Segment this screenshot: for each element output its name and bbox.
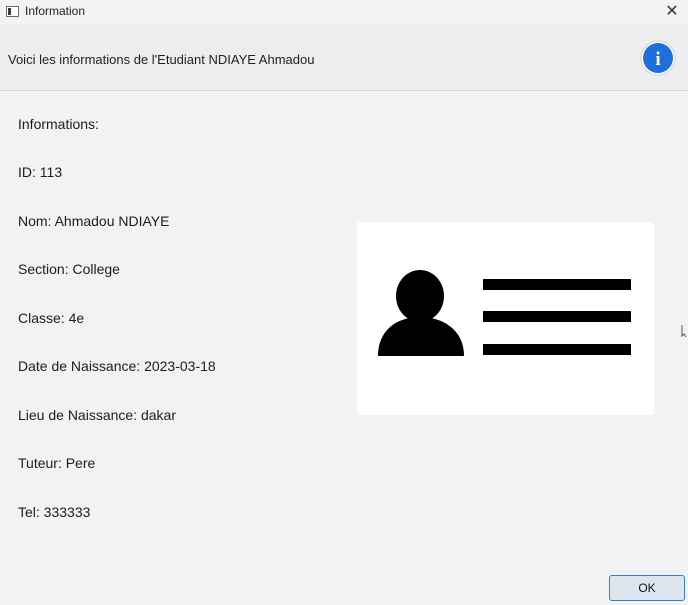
dialog-header: Voici les informations de l'Etudiant NDI… <box>0 24 688 91</box>
mouse-cursor-icon <box>681 325 687 337</box>
header-message: Voici les informations de l'Etudiant NDI… <box>8 52 315 67</box>
close-icon[interactable]: ✕ <box>662 2 682 22</box>
info-icon: i <box>640 40 676 76</box>
title-bar: Information ✕ <box>0 0 688 24</box>
ok-button[interactable]: OK <box>609 575 685 601</box>
field-id: ID: 113 <box>18 164 63 180</box>
app-icon <box>6 6 19 17</box>
field-lieu-naissance: Lieu de Naissance: dakar <box>18 407 176 423</box>
field-tuteur: Tuteur: Pere <box>18 455 96 471</box>
student-card-image <box>357 222 654 415</box>
info-heading: Informations: <box>18 116 99 132</box>
field-date-naissance: Date de Naissance: 2023-03-18 <box>18 358 216 374</box>
field-classe: Classe: 4e <box>18 310 85 326</box>
window-title: Information <box>25 4 86 18</box>
svg-text:i: i <box>655 49 660 70</box>
id-card-icon <box>378 270 631 356</box>
field-section: Section: College <box>18 261 120 277</box>
dialog-content: Informations: ID: 113 Nom: Ahmadou NDIAY… <box>0 91 688 605</box>
field-tel: Tel: 333333 <box>18 504 91 520</box>
information-dialog: Information ✕ Voici les informations de … <box>0 0 688 605</box>
field-nom: Nom: Ahmadou NDIAYE <box>18 213 170 229</box>
